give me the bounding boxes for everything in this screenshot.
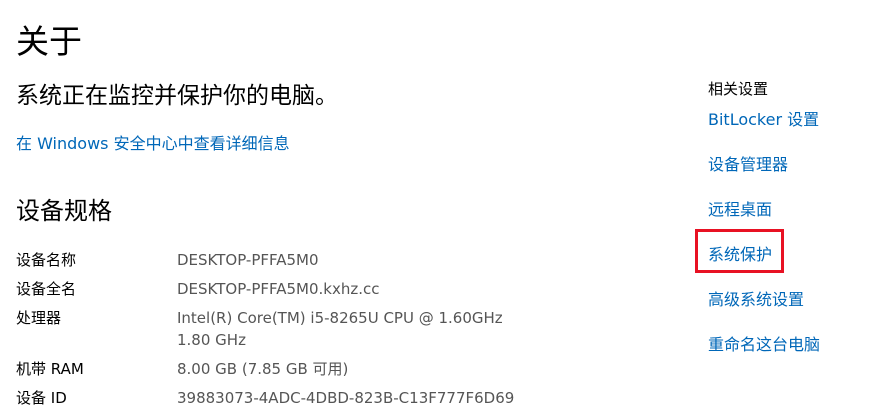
device-manager-link[interactable]: 设备管理器	[708, 154, 863, 176]
protection-status-message: 系统正在监控并保护你的电脑。	[16, 83, 338, 109]
related-settings-heading: 相关设置	[708, 80, 769, 98]
device-specs-heading: 设备规格	[16, 197, 112, 225]
spec-label: 设备 ID	[16, 389, 67, 407]
remote-desktop-link[interactable]: 远程桌面	[708, 199, 863, 221]
spec-value: Intel(R) Core(TM) i5-8265U CPU @ 1.60GHz…	[177, 309, 503, 349]
spec-row-ram: 机带 RAM 8.00 GB (7.85 GB 可用)	[16, 358, 576, 380]
spec-label: 处理器	[16, 309, 62, 327]
spec-label: 设备名称	[16, 251, 77, 269]
bitlocker-settings-link[interactable]: BitLocker 设置	[708, 109, 863, 131]
spec-value: 8.00 GB (7.85 GB 可用)	[177, 360, 349, 378]
spec-label: 设备全名	[16, 280, 77, 298]
spec-value: DESKTOP-PFFA5M0.kxhz.cc	[177, 280, 380, 298]
spec-value: DESKTOP-PFFA5M0	[177, 251, 319, 269]
spec-label: 机带 RAM	[16, 360, 84, 378]
spec-row-processor: 处理器 Intel(R) Core(TM) i5-8265U CPU @ 1.6…	[16, 307, 576, 351]
advanced-system-settings-link[interactable]: 高级系统设置	[708, 289, 863, 311]
page-title: 关于	[16, 22, 82, 61]
device-specs-table: 设备名称 DESKTOP-PFFA5M0 设备全名 DESKTOP-PFFA5M…	[16, 249, 576, 416]
spec-value: 39883073-4ADC-4DBD-823B-C13F777F6D69	[177, 389, 515, 407]
rename-this-pc-link[interactable]: 重命名这台电脑	[708, 334, 863, 356]
spec-row-device-id: 设备 ID 39883073-4ADC-4DBD-823B-C13F777F6D…	[16, 387, 576, 409]
windows-security-details-link[interactable]: 在 Windows 安全中心中查看详细信息	[16, 133, 290, 155]
spec-row-device-name: 设备名称 DESKTOP-PFFA5M0	[16, 249, 576, 271]
spec-row-full-device-name: 设备全名 DESKTOP-PFFA5M0.kxhz.cc	[16, 278, 576, 300]
system-protection-highlight-box	[695, 229, 784, 273]
